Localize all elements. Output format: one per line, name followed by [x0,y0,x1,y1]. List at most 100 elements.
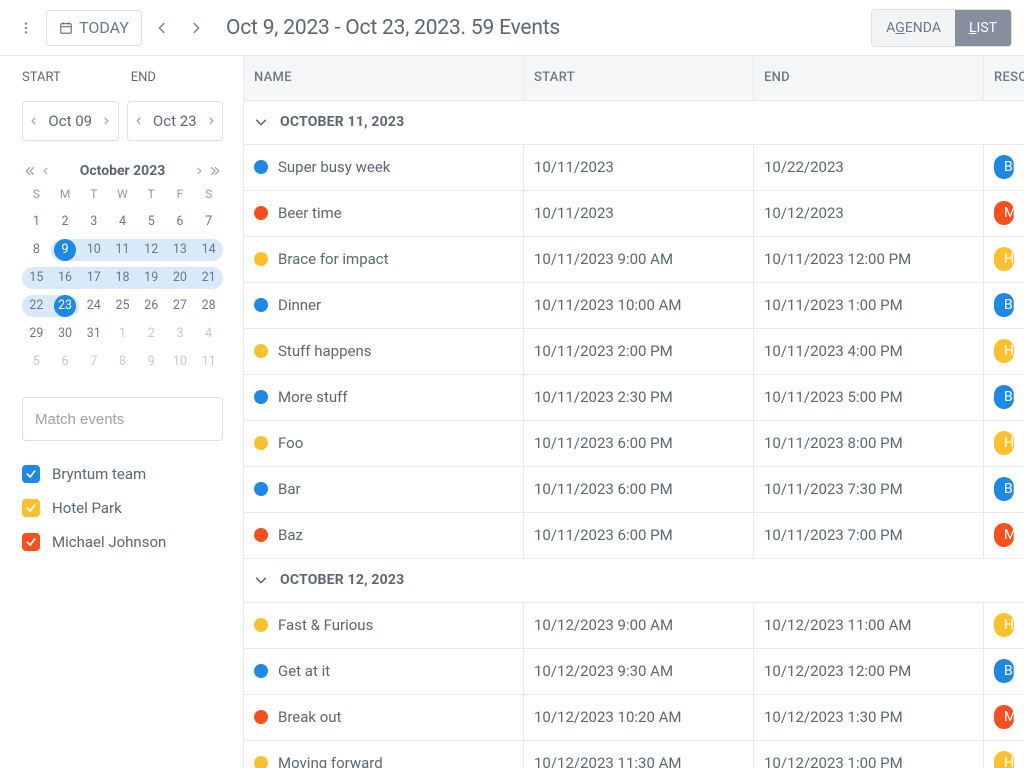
minical-day[interactable]: 30 [51,323,80,345]
minical-day[interactable]: 2 [51,211,80,233]
minical-day[interactable]: 22 [22,295,51,317]
minical-day[interactable]: 11 [108,239,137,261]
cell-resource: Michael Johnson [984,191,1024,236]
start-date-picker[interactable]: Oct 09 [22,101,119,141]
cell-name: Beer time [244,191,524,236]
table-row[interactable]: Baz10/11/2023 6:00 PM10/11/2023 7:00 PMM… [244,513,1024,559]
table-row[interactable]: Fast & Furious10/12/2023 9:00 AM10/12/20… [244,603,1024,649]
minical-day[interactable]: 4 [194,323,223,345]
table-row[interactable]: Stuff happens10/11/2023 2:00 PM10/11/202… [244,329,1024,375]
today-button[interactable]: TODAY [46,10,142,46]
minical-day[interactable]: 8 [108,351,137,373]
minical-day[interactable]: 9 [137,351,166,373]
minical-day[interactable]: 4 [108,211,137,233]
table-row[interactable]: More stuff10/11/2023 2:30 PM10/11/2023 5… [244,375,1024,421]
minical-day[interactable]: 16 [51,267,80,289]
cell-end: 10/11/2023 7:30 PM [754,467,984,512]
next-button[interactable] [182,14,210,42]
chevron-left-icon[interactable] [131,113,147,129]
event-color-dot [254,756,268,768]
minical-day[interactable]: 24 [79,295,108,317]
checkbox-icon [22,465,40,483]
menu-button[interactable] [12,14,40,42]
minical-day[interactable]: 3 [166,323,195,345]
table-row[interactable]: Dinner10/11/2023 10:00 AM10/11/2023 1:00… [244,283,1024,329]
table-row[interactable]: Beer time10/11/202310/12/2023Michael Joh… [244,191,1024,237]
minical-day[interactable]: 8 [22,239,51,261]
minical-day[interactable]: 7 [79,351,108,373]
column-header-resource[interactable]: RESOURCE [984,56,1024,100]
next-year-button[interactable] [207,163,223,179]
table-row[interactable]: Moving forward10/12/2023 11:30 AM10/12/2… [244,741,1024,768]
cell-end: 10/12/2023 1:00 PM [754,741,984,768]
minical-day[interactable]: 12 [137,239,166,261]
table-row[interactable]: Get at it10/12/2023 9:30 AM10/12/2023 12… [244,649,1024,695]
table-row[interactable]: Break out10/12/2023 10:20 AM10/12/2023 1… [244,695,1024,741]
minical-day[interactable]: 7 [194,211,223,233]
minical-day[interactable]: 15 [22,267,51,289]
table-row[interactable]: Super busy week10/11/202310/22/2023Brynt… [244,145,1024,191]
minical-day[interactable]: 18 [108,267,137,289]
minical-day[interactable]: 31 [79,323,108,345]
table-row[interactable]: Bar10/11/2023 6:00 PM10/11/2023 7:30 PMB… [244,467,1024,513]
minical-day[interactable]: 21 [194,267,223,289]
resource-list: Bryntum team Hotel Park Michael Johnson [22,465,223,551]
minical-day[interactable]: 14 [194,239,223,261]
prev-month-button[interactable] [38,163,54,179]
minical-day[interactable]: 19 [137,267,166,289]
chevron-left-icon[interactable] [26,113,42,129]
event-name: Get at it [278,662,330,680]
event-color-dot [254,528,268,542]
cell-end: 10/12/2023 1:30 PM [754,695,984,740]
event-color-dot [254,206,268,220]
minical-day[interactable]: 13 [166,239,195,261]
cell-start: 10/12/2023 9:00 AM [524,603,754,648]
minical-day[interactable]: 29 [22,323,51,345]
minical-day[interactable]: 6 [166,211,195,233]
minical-day[interactable]: 3 [79,211,108,233]
minical-day[interactable]: 28 [194,295,223,317]
end-date-picker[interactable]: Oct 23 [127,101,224,141]
agenda-view-button[interactable]: AGENDA [872,10,955,46]
minical-day[interactable]: 11 [194,351,223,373]
column-header-end[interactable]: END [754,56,984,100]
column-header-start[interactable]: START [524,56,754,100]
minical-day[interactable]: 6 [51,351,80,373]
minical-day[interactable]: 26 [137,295,166,317]
view-switcher: AGENDA LIST [871,9,1012,47]
table-row[interactable]: Brace for impact10/11/2023 9:00 AM10/11/… [244,237,1024,283]
minical-day[interactable]: 5 [137,211,166,233]
minical-day[interactable]: 10 [79,239,108,261]
resource-checkbox[interactable]: Michael Johnson [22,533,223,551]
minical-day[interactable]: 9 [51,239,80,261]
minical-day[interactable]: 23 [51,295,80,317]
prev-year-button[interactable] [22,163,38,179]
today-label: TODAY [79,18,129,37]
list-view-button[interactable]: LIST [955,10,1011,46]
minical-title[interactable]: October 2023 [54,163,191,179]
group-header[interactable]: OCTOBER 11, 2023 [244,101,1024,145]
resource-checkbox[interactable]: Hotel Park [22,499,223,517]
minical-day[interactable]: 1 [108,323,137,345]
minical-day[interactable]: 25 [108,295,137,317]
end-label: END [131,70,156,85]
cell-resource: Hotel Park [984,741,1024,768]
minical-day[interactable]: 1 [22,211,51,233]
next-month-button[interactable] [191,163,207,179]
minical-day[interactable]: 10 [166,351,195,373]
event-color-dot [254,160,268,174]
minical-day[interactable]: 2 [137,323,166,345]
minical-day[interactable]: 5 [22,351,51,373]
prev-button[interactable] [148,14,176,42]
table-row[interactable]: Foo10/11/2023 6:00 PM10/11/2023 8:00 PMH… [244,421,1024,467]
chevron-right-icon[interactable] [98,113,114,129]
resource-checkbox[interactable]: Bryntum team [22,465,223,483]
group-header[interactable]: OCTOBER 12, 2023 [244,559,1024,603]
minical-day[interactable]: 17 [79,267,108,289]
minical-day[interactable]: 20 [166,267,195,289]
chevron-right-icon[interactable] [203,113,219,129]
resource-pill: Hotel Park [994,339,1014,363]
minical-day[interactable]: 27 [166,295,195,317]
column-header-name[interactable]: NAME [244,56,524,100]
filter-input[interactable] [22,397,223,441]
